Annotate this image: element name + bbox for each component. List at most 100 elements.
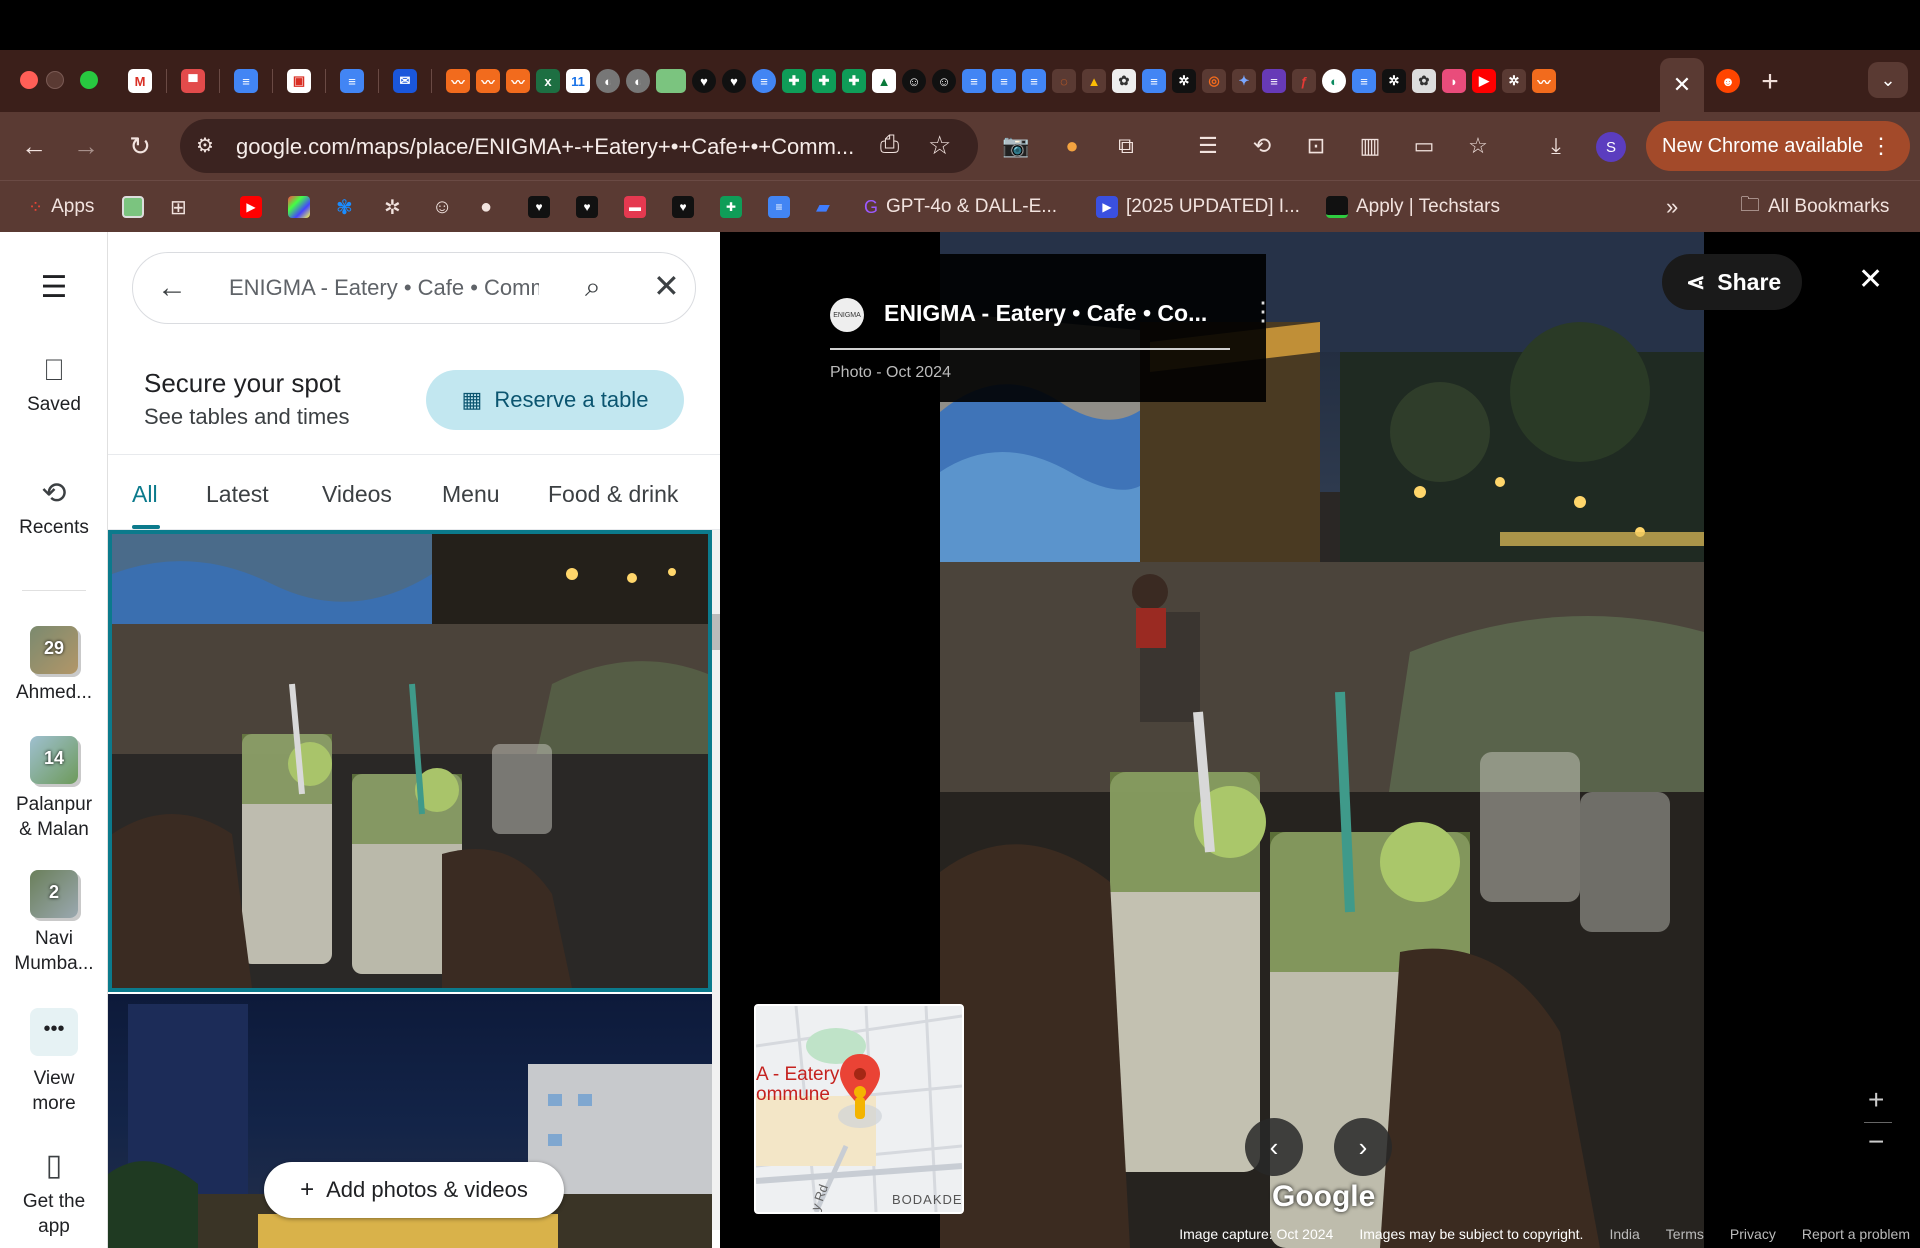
app-tab-icon[interactable]: [656, 69, 686, 93]
close-viewer-icon[interactable]: ✕: [1858, 262, 1883, 297]
heart-tab-icon[interactable]: ♥: [722, 69, 746, 93]
drive-tab-icon[interactable]: ▲: [1082, 69, 1106, 93]
share-button[interactable]: ⋖ Share: [1662, 254, 1802, 310]
download-icon[interactable]: ⤓: [1540, 130, 1572, 162]
reading-list-icon[interactable]: ☰: [1192, 130, 1224, 162]
openai-tab-icon[interactable]: ✲: [1502, 69, 1526, 93]
mini-map[interactable]: A - Eatery ommune BODAKDE y Rd: [754, 1004, 964, 1214]
close-tab-icon[interactable]: ✕: [1673, 72, 1691, 98]
bookmark-icon-only[interactable]: ♥: [672, 193, 694, 221]
bookmark-icon-only[interactable]: ▶: [240, 193, 262, 221]
docs-tab-icon[interactable]: ≡: [1142, 69, 1166, 93]
bookmark-icon-only[interactable]: ♥: [576, 193, 598, 221]
all-bookmarks-button[interactable]: 🗀 All Bookmarks: [1740, 193, 1889, 221]
bookmark-icon-only[interactable]: [288, 193, 310, 221]
country-link[interactable]: India: [1609, 1226, 1639, 1248]
back-arrow-icon[interactable]: ←: [157, 271, 187, 305]
devices-icon[interactable]: ▭: [1408, 130, 1440, 162]
selected-photo-thumbnail[interactable]: [108, 530, 712, 992]
bookmark-apps[interactable]: ⁘ Apps: [28, 193, 94, 221]
menu-dots-icon[interactable]: ⋮: [1870, 133, 1892, 159]
forms-tab-icon[interactable]: ≡: [1262, 69, 1286, 93]
bookmark-icon-only[interactable]: ≡: [768, 193, 790, 221]
extension-icon[interactable]: ●: [1056, 130, 1088, 162]
recent-trip-item[interactable]: 2 Navi Mumba...: [0, 870, 108, 976]
globe-tab-icon[interactable]: ◐: [626, 69, 650, 93]
search-box[interactable]: ← ENIGMA - Eatery • Cafe • Commune ⌕ ✕: [132, 252, 696, 324]
chart-tab-icon[interactable]: 〰: [476, 69, 500, 93]
docs-tab-icon[interactable]: ≡: [1022, 69, 1046, 93]
panel-scrollbar[interactable]: [712, 530, 720, 1230]
next-photo-button[interactable]: ›: [1334, 1118, 1392, 1176]
camera-extension-icon[interactable]: 📷: [1000, 130, 1032, 162]
sheets-tab-icon[interactable]: ✚: [812, 69, 836, 93]
back-button[interactable]: ←: [14, 126, 54, 166]
docs-tab-icon[interactable]: ≡: [340, 69, 364, 93]
favorites-icon[interactable]: ☆: [1462, 130, 1494, 162]
history-icon[interactable]: ⟲: [1246, 130, 1278, 162]
screenshot-icon[interactable]: ⊡: [1300, 130, 1332, 162]
bookmark-icon-only[interactable]: ♥: [528, 193, 550, 221]
app-tab-icon[interactable]: ✿: [1112, 69, 1136, 93]
chat-tab-icon[interactable]: ≡: [752, 69, 776, 93]
chart-tab-icon[interactable]: 〰: [506, 69, 530, 93]
chart-tab-icon[interactable]: 〰: [446, 69, 470, 93]
bookmark-icon-only[interactable]: ☺: [432, 193, 452, 221]
site-settings-icon[interactable]: ⚙: [196, 133, 222, 159]
tab-food-drink[interactable]: Food & drink: [548, 481, 678, 508]
calendar-tab-icon[interactable]: 11: [566, 69, 590, 93]
install-app-icon[interactable]: ⎙: [880, 131, 899, 159]
bookmarks-overflow-button[interactable]: »: [1666, 193, 1678, 221]
tab-latest[interactable]: Latest: [206, 481, 269, 508]
docs-tab-icon[interactable]: ≡: [234, 69, 258, 93]
tab-search-button[interactable]: ⌄: [1868, 62, 1908, 98]
bookmark-icon-only[interactable]: [122, 193, 144, 221]
search-icon[interactable]: ⌕: [585, 271, 601, 304]
tab-videos[interactable]: Videos: [322, 481, 392, 508]
bookmark-icon-only[interactable]: ✚: [720, 193, 742, 221]
gemini-tab-icon[interactable]: ✦: [1232, 69, 1256, 93]
reserve-table-button[interactable]: ▦ Reserve a table: [426, 370, 684, 430]
extensions-puzzle-icon[interactable]: ⧉: [1110, 130, 1142, 162]
forward-button[interactable]: →: [66, 126, 106, 166]
terms-link[interactable]: Terms: [1666, 1226, 1704, 1248]
close-window-button[interactable]: [20, 71, 38, 89]
reload-button[interactable]: ↻: [120, 126, 160, 166]
minimize-window-button[interactable]: [46, 71, 64, 89]
saved-button[interactable]: ⎕ Saved: [0, 354, 108, 416]
address-bar[interactable]: ⚙ google.com/maps/place/ENIGMA+-+Eatery+…: [180, 119, 978, 173]
zoom-in-button[interactable]: +: [1868, 1084, 1884, 1116]
heart-tab-icon[interactable]: ♥: [692, 69, 716, 93]
sheets-tab-icon[interactable]: ✚: [842, 69, 866, 93]
bookmark-icon-only[interactable]: ✾: [336, 193, 353, 221]
privacy-link[interactable]: Privacy: [1730, 1226, 1776, 1248]
bookmark-icon-only[interactable]: ●: [480, 193, 492, 221]
emoji-tab-icon[interactable]: ☺: [902, 69, 926, 93]
recent-trip-item[interactable]: 14 Palanpur & Malan: [0, 736, 108, 842]
gmail-tab-icon[interactable]: M: [128, 69, 152, 93]
reddit-tab-icon[interactable]: ☻: [1716, 69, 1740, 93]
docs-tab-icon[interactable]: ≡: [1352, 69, 1376, 93]
search-input[interactable]: ENIGMA - Eatery • Cafe • Commune: [229, 275, 539, 301]
app-tab-icon[interactable]: ◎: [1202, 69, 1226, 93]
app-tab-icon[interactable]: ƒ: [1292, 69, 1316, 93]
place-name[interactable]: ENIGMA - Eatery • Cafe • Co...: [884, 300, 1207, 327]
active-tab[interactable]: ✕: [1660, 58, 1704, 112]
menu-button[interactable]: ☰: [0, 270, 108, 305]
bookmark-icon-only[interactable]: ▰: [816, 193, 830, 221]
bookmark-star-icon[interactable]: ☆: [928, 130, 951, 161]
clear-search-icon[interactable]: ✕: [653, 267, 680, 305]
bookmark-icon-only[interactable]: ▬: [624, 193, 646, 221]
app-tab-icon[interactable]: ▲: [872, 69, 896, 93]
openai-tab-icon[interactable]: ✲: [1172, 69, 1196, 93]
sheets-tab-icon[interactable]: ✚: [782, 69, 806, 93]
calendar-tab-icon[interactable]: ▣: [287, 69, 311, 93]
more-options-icon[interactable]: ⋮: [1250, 296, 1276, 327]
excel-tab-icon[interactable]: x: [536, 69, 560, 93]
zoom-out-button[interactable]: −: [1868, 1126, 1884, 1158]
app-tab-icon[interactable]: ✿: [1412, 69, 1436, 93]
new-tab-button[interactable]: +: [1752, 64, 1788, 100]
bookmark-icon-only[interactable]: ⊞: [170, 193, 187, 221]
openai-tab-icon[interactable]: ✲: [1382, 69, 1406, 93]
docs-tab-icon[interactable]: ≡: [962, 69, 986, 93]
